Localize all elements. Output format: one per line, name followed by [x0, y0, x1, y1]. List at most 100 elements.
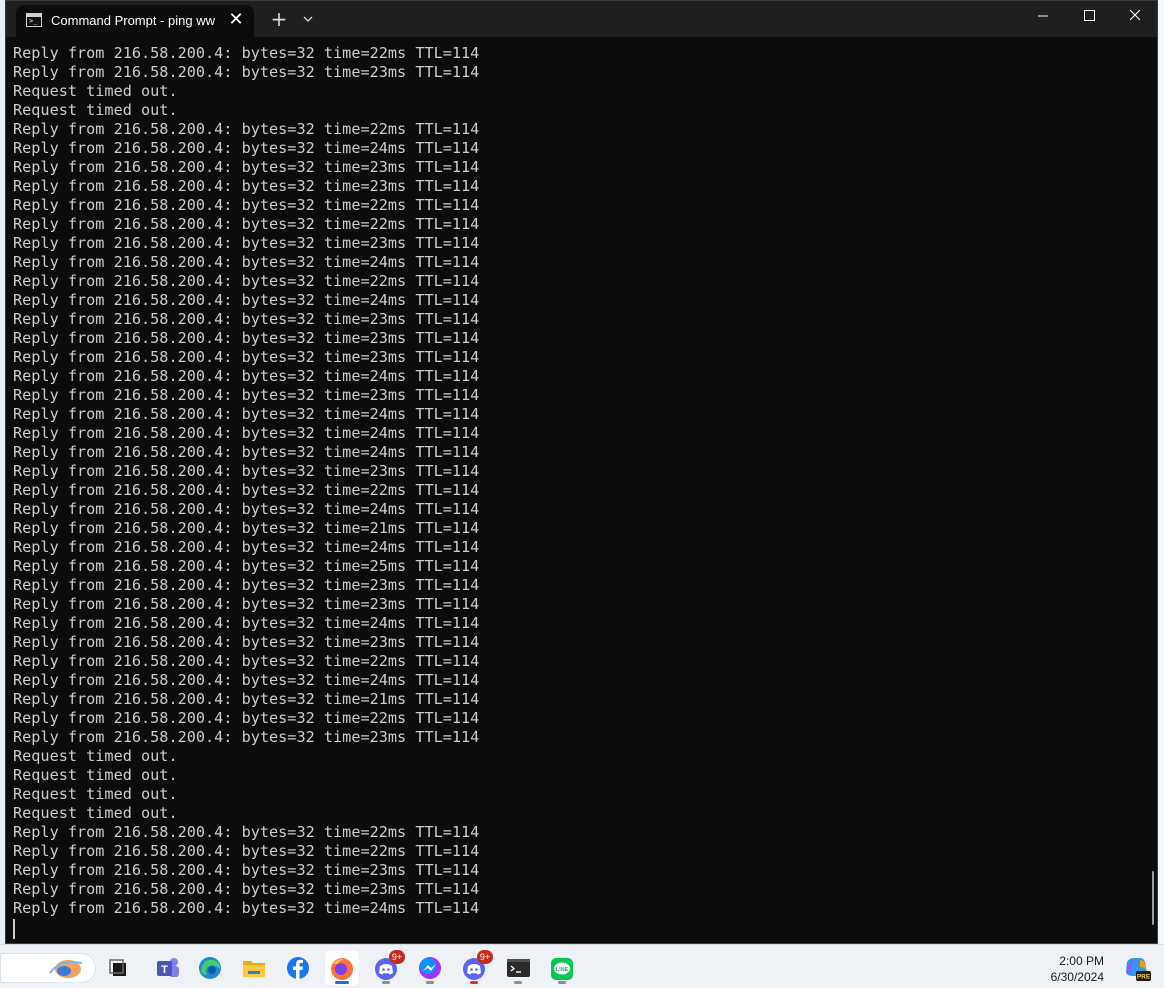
taskbar-discord-2[interactable]: 9+ [457, 950, 493, 985]
console-line: Reply from 216.58.200.4: bytes=32 time=2… [13, 234, 480, 252]
taskbar-terminal[interactable] [501, 951, 535, 985]
console-line: Reply from 216.58.200.4: bytes=32 time=2… [13, 215, 480, 233]
console-line: Reply from 216.58.200.4: bytes=32 time=2… [13, 595, 480, 613]
console-line: Reply from 216.58.200.4: bytes=32 time=2… [13, 842, 480, 860]
chevron-down-icon [303, 16, 313, 22]
clock-time[interactable]: 2:00 PM [1040, 954, 1104, 969]
maximize-button[interactable] [1066, 1, 1112, 33]
taskbar-edge[interactable] [193, 951, 227, 985]
svg-text:PRE: PRE [1137, 974, 1151, 981]
console-line: Request timed out. [13, 101, 178, 119]
copilot-button[interactable]: PRE [1120, 951, 1152, 985]
search-highlight-icon [49, 960, 83, 978]
facebook-icon [287, 957, 309, 979]
console-line: Reply from 216.58.200.4: bytes=32 time=2… [13, 44, 480, 62]
active-app-indicator [335, 981, 349, 984]
svg-text:T: T [161, 964, 168, 976]
console-line: Reply from 216.58.200.4: bytes=32 time=2… [13, 652, 480, 670]
console-line: Reply from 216.58.200.4: bytes=32 time=2… [13, 728, 480, 746]
console-line: Reply from 216.58.200.4: bytes=32 time=2… [13, 253, 480, 271]
taskbar-line[interactable]: LINE [545, 951, 579, 985]
console-line: Reply from 216.58.200.4: bytes=32 time=2… [13, 633, 480, 651]
running-app-indicator [426, 981, 434, 984]
svg-text:LINE: LINE [556, 967, 569, 973]
console-output[interactable]: Reply from 216.58.200.4: bytes=32 time=2… [13, 44, 1133, 939]
console-line: Reply from 216.58.200.4: bytes=32 time=2… [13, 614, 480, 632]
console-line: Reply from 216.58.200.4: bytes=32 time=2… [13, 196, 480, 214]
console-line: Reply from 216.58.200.4: bytes=32 time=2… [13, 462, 480, 480]
text-cursor [13, 919, 15, 939]
console-line: Reply from 216.58.200.4: bytes=32 time=2… [13, 861, 480, 879]
folder-icon [243, 961, 265, 977]
console-line: Reply from 216.58.200.4: bytes=32 time=2… [13, 424, 480, 442]
notification-badge: 9+ [477, 950, 493, 964]
console-line: Reply from 216.58.200.4: bytes=32 time=2… [13, 538, 480, 556]
scrollbar-thumb[interactable] [1152, 871, 1154, 925]
console-line: Reply from 216.58.200.4: bytes=32 time=2… [13, 690, 480, 708]
console-line: Request timed out. [13, 785, 178, 803]
console-line: Request timed out. [13, 82, 178, 100]
console-line: Reply from 216.58.200.4: bytes=32 time=2… [13, 899, 480, 917]
console-line: Reply from 216.58.200.4: bytes=32 time=2… [13, 310, 480, 328]
console-line: Reply from 216.58.200.4: bytes=32 time=2… [13, 709, 480, 727]
console-line: Reply from 216.58.200.4: bytes=32 time=2… [13, 386, 480, 404]
vertical-scrollbar[interactable] [1150, 37, 1157, 943]
console-line: Reply from 216.58.200.4: bytes=32 time=2… [13, 557, 480, 575]
copilot-icon: PRE [1126, 958, 1151, 981]
command-prompt-icon: >_ [26, 13, 42, 27]
console-line: Request timed out. [13, 747, 178, 765]
close-tab-button[interactable]: ✕ [226, 9, 246, 31]
firefox-icon [331, 958, 353, 980]
taskbar-search-box[interactable] [0, 951, 96, 985]
console-line: Reply from 216.58.200.4: bytes=32 time=2… [13, 120, 480, 138]
console-line: Reply from 216.58.200.4: bytes=32 time=2… [13, 139, 480, 157]
terminal-window: >_ Command Prompt - ping ww ✕ + Reply fr… [5, 0, 1158, 944]
taskbar-facebook[interactable] [281, 951, 315, 985]
taskbar-messenger[interactable] [413, 951, 447, 985]
taskbar: T 9+ 9+ LINE 2:00 PM 6/30/2024 PRE [0, 944, 1164, 988]
tab-title: Command Prompt - ping ww [51, 13, 215, 28]
tab-dropdown-button[interactable] [298, 9, 318, 29]
console-line: Reply from 216.58.200.4: bytes=32 time=2… [13, 348, 480, 366]
console-line: Reply from 216.58.200.4: bytes=32 time=2… [13, 367, 480, 385]
clock-date[interactable]: 6/30/2024 [1040, 970, 1104, 985]
task-view-icon [109, 959, 126, 976]
taskbar-discord[interactable]: 9+ [369, 950, 405, 985]
terminal-icon [507, 959, 530, 977]
close-window-button[interactable] [1112, 1, 1157, 33]
minimize-button[interactable] [1020, 1, 1066, 33]
console-line: Reply from 216.58.200.4: bytes=32 time=2… [13, 576, 480, 594]
console-line: Reply from 216.58.200.4: bytes=32 time=2… [13, 481, 480, 499]
taskbar-file-explorer[interactable] [237, 951, 271, 985]
messenger-icon [419, 957, 441, 979]
console-line: Reply from 216.58.200.4: bytes=32 time=2… [13, 63, 480, 81]
close-icon [1129, 9, 1141, 21]
taskbar-task-view[interactable] [102, 951, 136, 985]
tab-command-prompt[interactable]: >_ Command Prompt - ping ww ✕ [16, 5, 254, 37]
console-line: Reply from 216.58.200.4: bytes=32 time=2… [13, 443, 480, 461]
running-app-indicator [382, 981, 390, 984]
console-line: Reply from 216.58.200.4: bytes=32 time=2… [13, 272, 480, 290]
notification-badge: 9+ [389, 950, 405, 964]
minimize-icon [1038, 15, 1048, 17]
console-line: Request timed out. [13, 766, 178, 784]
teams-icon: T [157, 958, 179, 977]
console-line: Reply from 216.58.200.4: bytes=32 time=2… [13, 329, 480, 347]
console-line: Reply from 216.58.200.4: bytes=32 time=2… [13, 158, 480, 176]
console-line: Reply from 216.58.200.4: bytes=32 time=2… [13, 519, 480, 537]
console-line: Reply from 216.58.200.4: bytes=32 time=2… [13, 880, 480, 898]
attention-app-indicator [470, 981, 478, 984]
console-line: Reply from 216.58.200.4: bytes=32 time=2… [13, 291, 480, 309]
console-line: Reply from 216.58.200.4: bytes=32 time=2… [13, 500, 480, 518]
running-app-indicator [514, 981, 522, 984]
console-line: Reply from 216.58.200.4: bytes=32 time=2… [13, 823, 480, 841]
console-line: Reply from 216.58.200.4: bytes=32 time=2… [13, 671, 480, 689]
line-icon: LINE [551, 958, 573, 980]
edge-icon [199, 957, 221, 979]
new-tab-button[interactable]: + [268, 7, 290, 31]
taskbar-firefox[interactable] [325, 951, 359, 985]
taskbar-teams[interactable]: T [150, 951, 184, 985]
console-line: Request timed out. [13, 804, 178, 822]
title-bar[interactable]: >_ Command Prompt - ping ww ✕ + [6, 1, 1157, 37]
console-line: Reply from 216.58.200.4: bytes=32 time=2… [13, 177, 480, 195]
